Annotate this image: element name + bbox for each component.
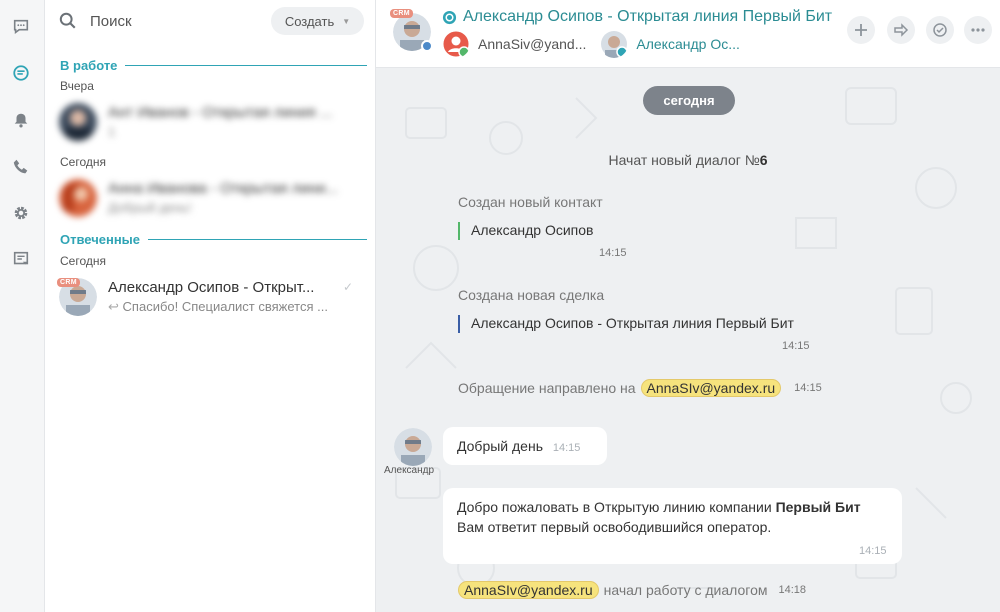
message-time: 14:15 (599, 247, 627, 259)
chat-name: Ант Иванов - Открытая линия ... (108, 104, 333, 121)
finish-button[interactable] (926, 16, 954, 44)
dialog-panel: CRM Александр Осипов - Открытая линия Пе… (376, 0, 1000, 612)
message-bubble: Добро пожаловать в Открытую линию компан… (443, 488, 902, 564)
app-sidebar (0, 0, 45, 612)
reply-icon: ↩ (108, 299, 119, 314)
create-button[interactable]: Создать ▼ (271, 7, 364, 35)
avatar (59, 103, 97, 141)
dialog-started-message: Начат новый диалог №6 (608, 152, 768, 168)
section-in-work: В работе (60, 58, 367, 73)
client-name[interactable]: Александр Ос... (636, 36, 740, 52)
bell-icon[interactable] (11, 110, 31, 130)
message-text: Добро пожаловать в Открытую линию компан… (457, 499, 861, 515)
chat-last-message: 1 (108, 124, 116, 139)
search-input[interactable] (90, 12, 260, 30)
search-icon (59, 12, 76, 29)
crm-badge: CRM (57, 278, 80, 287)
notes-icon[interactable] (11, 249, 31, 269)
phone-icon[interactable] (11, 157, 31, 177)
message-time: 14:15 (552, 442, 581, 454)
dialog-participants: AnnaSiv@yand... Александр Ос... (442, 30, 740, 58)
gear-icon[interactable] (11, 203, 31, 223)
status-badge (421, 40, 433, 52)
operator-avatar[interactable] (442, 30, 470, 58)
check-icon: ✓ (343, 280, 354, 294)
operator-mention[interactable]: AnnaSIv@yandex.ru (640, 379, 782, 397)
open-lines-icon[interactable] (11, 63, 31, 83)
recent-list-panel: Создать ▼ В работе Вчера Ант Иванов - От… (45, 0, 376, 612)
avatar[interactable] (394, 428, 432, 466)
date-separator: сегодня (643, 86, 735, 115)
message-text-line2: Вам ответит первый освободившийся операт… (457, 519, 772, 535)
chat-name: Анна Иванова - Открытая лини... (108, 180, 338, 197)
chat-last-message: Добрый день! (108, 200, 192, 215)
crm-badge: CRM (390, 9, 413, 18)
transfer-button[interactable] (887, 16, 915, 44)
forward-icon (894, 23, 909, 37)
list-item[interactable]: Ант Иванов - Открытая линия ... 1 (57, 101, 367, 145)
message-time: 14:15 (794, 382, 822, 394)
section-answered: Отвеченные (60, 232, 367, 247)
list-item[interactable]: Анна Иванова - Открытая лини... Добрый д… (57, 177, 367, 221)
contact-link[interactable]: Александр Осипов (458, 222, 593, 240)
chat-icon[interactable] (11, 17, 31, 37)
deal-link[interactable]: Александр Осипов - Открытая линия Первый… (458, 315, 794, 333)
more-icon (971, 28, 985, 32)
message-bubble: Добрый день 14:15 (443, 427, 607, 465)
create-button-label: Создать (284, 13, 335, 29)
deal-created-title: Создана новая сделка (458, 287, 605, 303)
dialog-title[interactable]: Александр Осипов - Открытая линия Первый… (442, 8, 832, 26)
open-line-icon (442, 10, 457, 24)
operator-mention[interactable]: AnnaSIv@yandex.ru (458, 581, 599, 599)
routed-message: Обращение направлено на AnnaSIv@yandex.r… (458, 379, 822, 397)
more-button[interactable] (964, 16, 992, 44)
add-user-button[interactable] (847, 16, 875, 44)
day-label-today: Сегодня (60, 155, 106, 169)
sender-name: Александр (384, 465, 435, 476)
search-box (59, 8, 269, 34)
dialog-header: CRM Александр Осипов - Открытая линия Пе… (376, 0, 1000, 68)
list-item[interactable]: CRM Александр Осипов - Открыт... ↩ Спаси… (57, 276, 367, 320)
client-avatar[interactable] (600, 30, 629, 58)
message-text: Добрый день (457, 438, 543, 454)
avatar (59, 179, 97, 217)
message-time: 14:15 (859, 545, 887, 557)
chevron-down-icon: ▼ (342, 16, 351, 26)
contact-created-title: Создан новый контакт (458, 194, 603, 210)
message-time: 14:15 (782, 340, 810, 352)
day-label-yesterday: Вчера (60, 79, 94, 93)
operator-name[interactable]: AnnaSiv@yand... (478, 36, 586, 52)
message-time: 14:18 (778, 584, 807, 596)
check-circle-icon (933, 23, 947, 37)
operator-started-message: AnnaSIv@yandex.ru начал работу с диалого… (458, 581, 806, 599)
plus-icon (855, 24, 867, 36)
chat-name: Александр Осипов - Открыт... (108, 279, 315, 296)
chat-last-message: ↩ Спасибо! Специалист свяжется ... (108, 299, 328, 314)
day-label-today: Сегодня (60, 254, 106, 268)
